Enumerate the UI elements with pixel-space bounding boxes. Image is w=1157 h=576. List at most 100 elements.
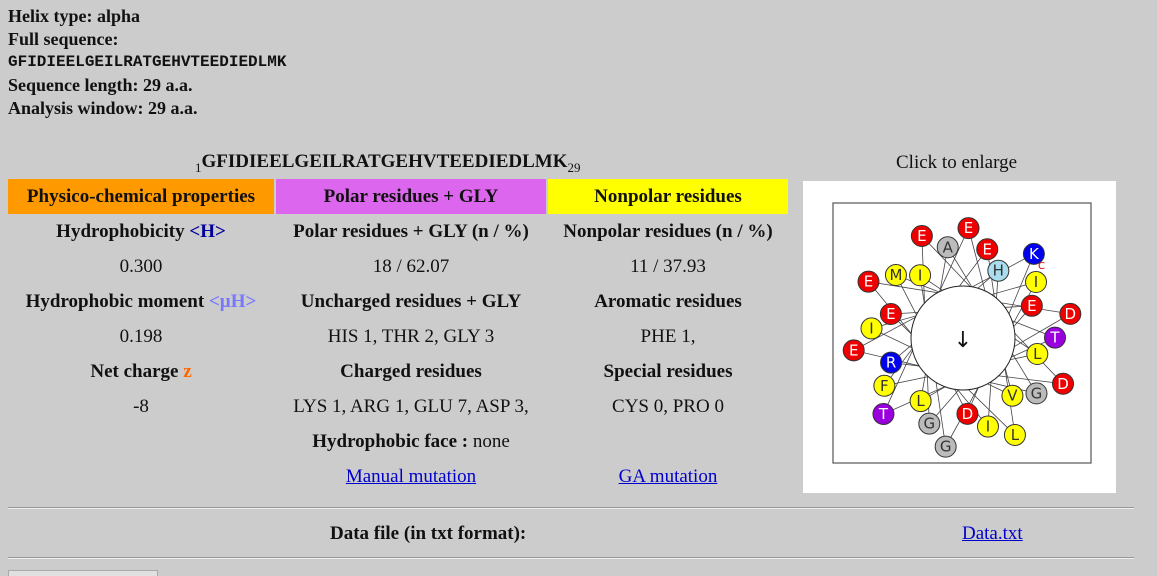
special-label: Special residues — [603, 360, 733, 382]
hydrophobic-face-value: none — [472, 430, 510, 452]
residue-D: D — [956, 402, 979, 425]
residue-D: D — [1059, 302, 1082, 325]
residue-G: G — [1025, 382, 1048, 405]
residue-letter: I — [1034, 273, 1038, 291]
hydrophobicity-symbol: <H> — [189, 220, 226, 242]
ga-mutation-link[interactable]: GA mutation — [619, 466, 718, 487]
header-nonpolar: Nonpolar residues — [548, 179, 788, 214]
c-terminus-label: C — [1038, 261, 1045, 272]
residue-R: R — [880, 351, 903, 374]
residue-F: F — [873, 374, 896, 397]
residue-letter: G — [1031, 384, 1043, 402]
moment-symbol: <µH> — [208, 290, 257, 312]
polar-count-label: Polar residues + GLY (n / %) — [293, 220, 529, 242]
nonpolar-count-label: Nonpolar residues (n / %) — [563, 220, 773, 242]
helical-wheel[interactable]: ↓ EEHKIE DTLDGVLIDGGLTFREIEE M IEA C — [803, 181, 1116, 493]
data-file-label: Data file (in txt format): — [330, 523, 527, 544]
special-value: CYS 0, PRO 0 — [612, 395, 724, 417]
residue-letter: M — [889, 266, 902, 284]
residue-letter: L — [916, 392, 925, 410]
moment-arrow: ↓ — [954, 328, 972, 353]
helix-info: Helix type: alpha Full sequence: GFIDIEE… — [8, 5, 286, 120]
residue-letter: T — [878, 405, 889, 423]
residue-L: L — [1026, 343, 1049, 366]
sequence-length: Sequence length: 29 a.a. — [8, 75, 193, 95]
residue-E: E — [1020, 294, 1043, 317]
residue-letter: G — [940, 438, 952, 456]
residue-T: T — [1043, 326, 1066, 349]
residue-letter: E — [964, 219, 973, 237]
analysis-window: Analysis window: 29 a.a. — [8, 98, 198, 118]
nonpolar-count-value: 11 / 37.93 — [630, 255, 706, 277]
net-charge-value: -8 — [133, 395, 149, 417]
footer-element — [8, 570, 158, 576]
residue-I: I — [909, 264, 932, 287]
uncharged-value: HIS 1, THR 2, GLY 3 — [327, 325, 495, 347]
residue-letter: G — [923, 415, 935, 433]
residue-I: I — [860, 317, 883, 340]
residue-letter: I — [918, 266, 922, 284]
full-sequence-label: Full sequence: — [8, 29, 119, 49]
residue-letter: E — [849, 341, 858, 359]
residue-E: E — [976, 238, 999, 261]
residue-letter: E — [983, 240, 992, 258]
residue-letter: E — [917, 227, 926, 245]
residue-letter: D — [962, 405, 974, 423]
residue-E: E — [842, 339, 865, 362]
charged-value: LYS 1, ARG 1, GLU 7, ASP 3, — [293, 395, 529, 417]
separator-1 — [8, 507, 1134, 509]
residue-I: I — [1025, 271, 1048, 294]
charged-label: Charged residues — [340, 360, 482, 382]
helical-wheel-image[interactable]: ↓ EEHKIEDTLDGVLIDGGLTFREIEEMIEA C — [803, 181, 1116, 493]
residue-A: A — [936, 236, 959, 259]
residue-G: G — [934, 435, 957, 458]
residue-E: E — [879, 303, 902, 326]
residue-G: G — [918, 412, 941, 435]
click-to-enlarge-label: Click to enlarge — [896, 152, 1018, 173]
hydrophobicity-value: 0.300 — [119, 255, 163, 277]
charge-symbol: z — [183, 360, 192, 382]
residue-letter: V — [1007, 387, 1018, 405]
residue-letter: L — [1033, 345, 1042, 363]
residue-L: L — [1003, 423, 1026, 446]
properties-table: Physico-chemical properties Polar residu… — [8, 179, 788, 494]
hydrophobic-face-label: Hydrophobic face : — [312, 430, 473, 452]
hydrophobicity-label: Hydrophobicity <H> — [56, 220, 226, 242]
residue-E: E — [857, 270, 880, 293]
residue-letter: R — [886, 354, 896, 372]
residue-I: I — [976, 415, 999, 438]
header-polar: Polar residues + GLY — [276, 179, 546, 214]
residue-H: H — [987, 259, 1010, 282]
hydrophobic-face: Hydrophobic face : none — [276, 424, 546, 459]
residue-T: T — [872, 402, 895, 425]
seq-end-index: 29 — [567, 160, 581, 175]
polar-count-value: 18 / 62.07 — [372, 255, 450, 277]
hydrophobic-moment-value: 0.198 — [119, 325, 163, 347]
residue-E: E — [957, 217, 980, 240]
seq-text: GFIDIEELGEILRATGEHVTEEDIEDLMK — [201, 151, 568, 172]
residue-letter: A — [943, 238, 954, 256]
residue-D: D — [1052, 372, 1075, 395]
residue-letter: E — [886, 305, 895, 323]
residue-letter: E — [864, 273, 873, 291]
net-charge-label: Net charge z — [90, 360, 192, 382]
residue-letter: H — [993, 262, 1004, 280]
residue-letter: I — [986, 418, 990, 436]
full-sequence: GFIDIEELGEILRATGEHVTEEDIEDLMK — [8, 53, 287, 71]
aromatic-value: PHE 1, — [640, 325, 696, 347]
residue-letter: T — [1049, 329, 1060, 347]
residue-L: L — [909, 390, 932, 413]
header-physico: Physico-chemical properties — [8, 179, 274, 214]
residue-letter: L — [1011, 426, 1020, 444]
residue-V: V — [1001, 384, 1024, 407]
uncharged-label: Uncharged residues + GLY — [300, 290, 522, 312]
aromatic-label: Aromatic residues — [594, 290, 742, 312]
residue-E: E — [910, 224, 933, 247]
residue-M: M — [884, 264, 907, 287]
manual-mutation-link[interactable]: Manual mutation — [346, 466, 476, 487]
residue-letter: D — [1057, 375, 1069, 393]
residue-letter: D — [1065, 305, 1077, 323]
residue-letter: I — [869, 319, 873, 337]
data-txt-link[interactable]: Data.txt — [962, 523, 1023, 545]
separator-2 — [8, 557, 1134, 559]
